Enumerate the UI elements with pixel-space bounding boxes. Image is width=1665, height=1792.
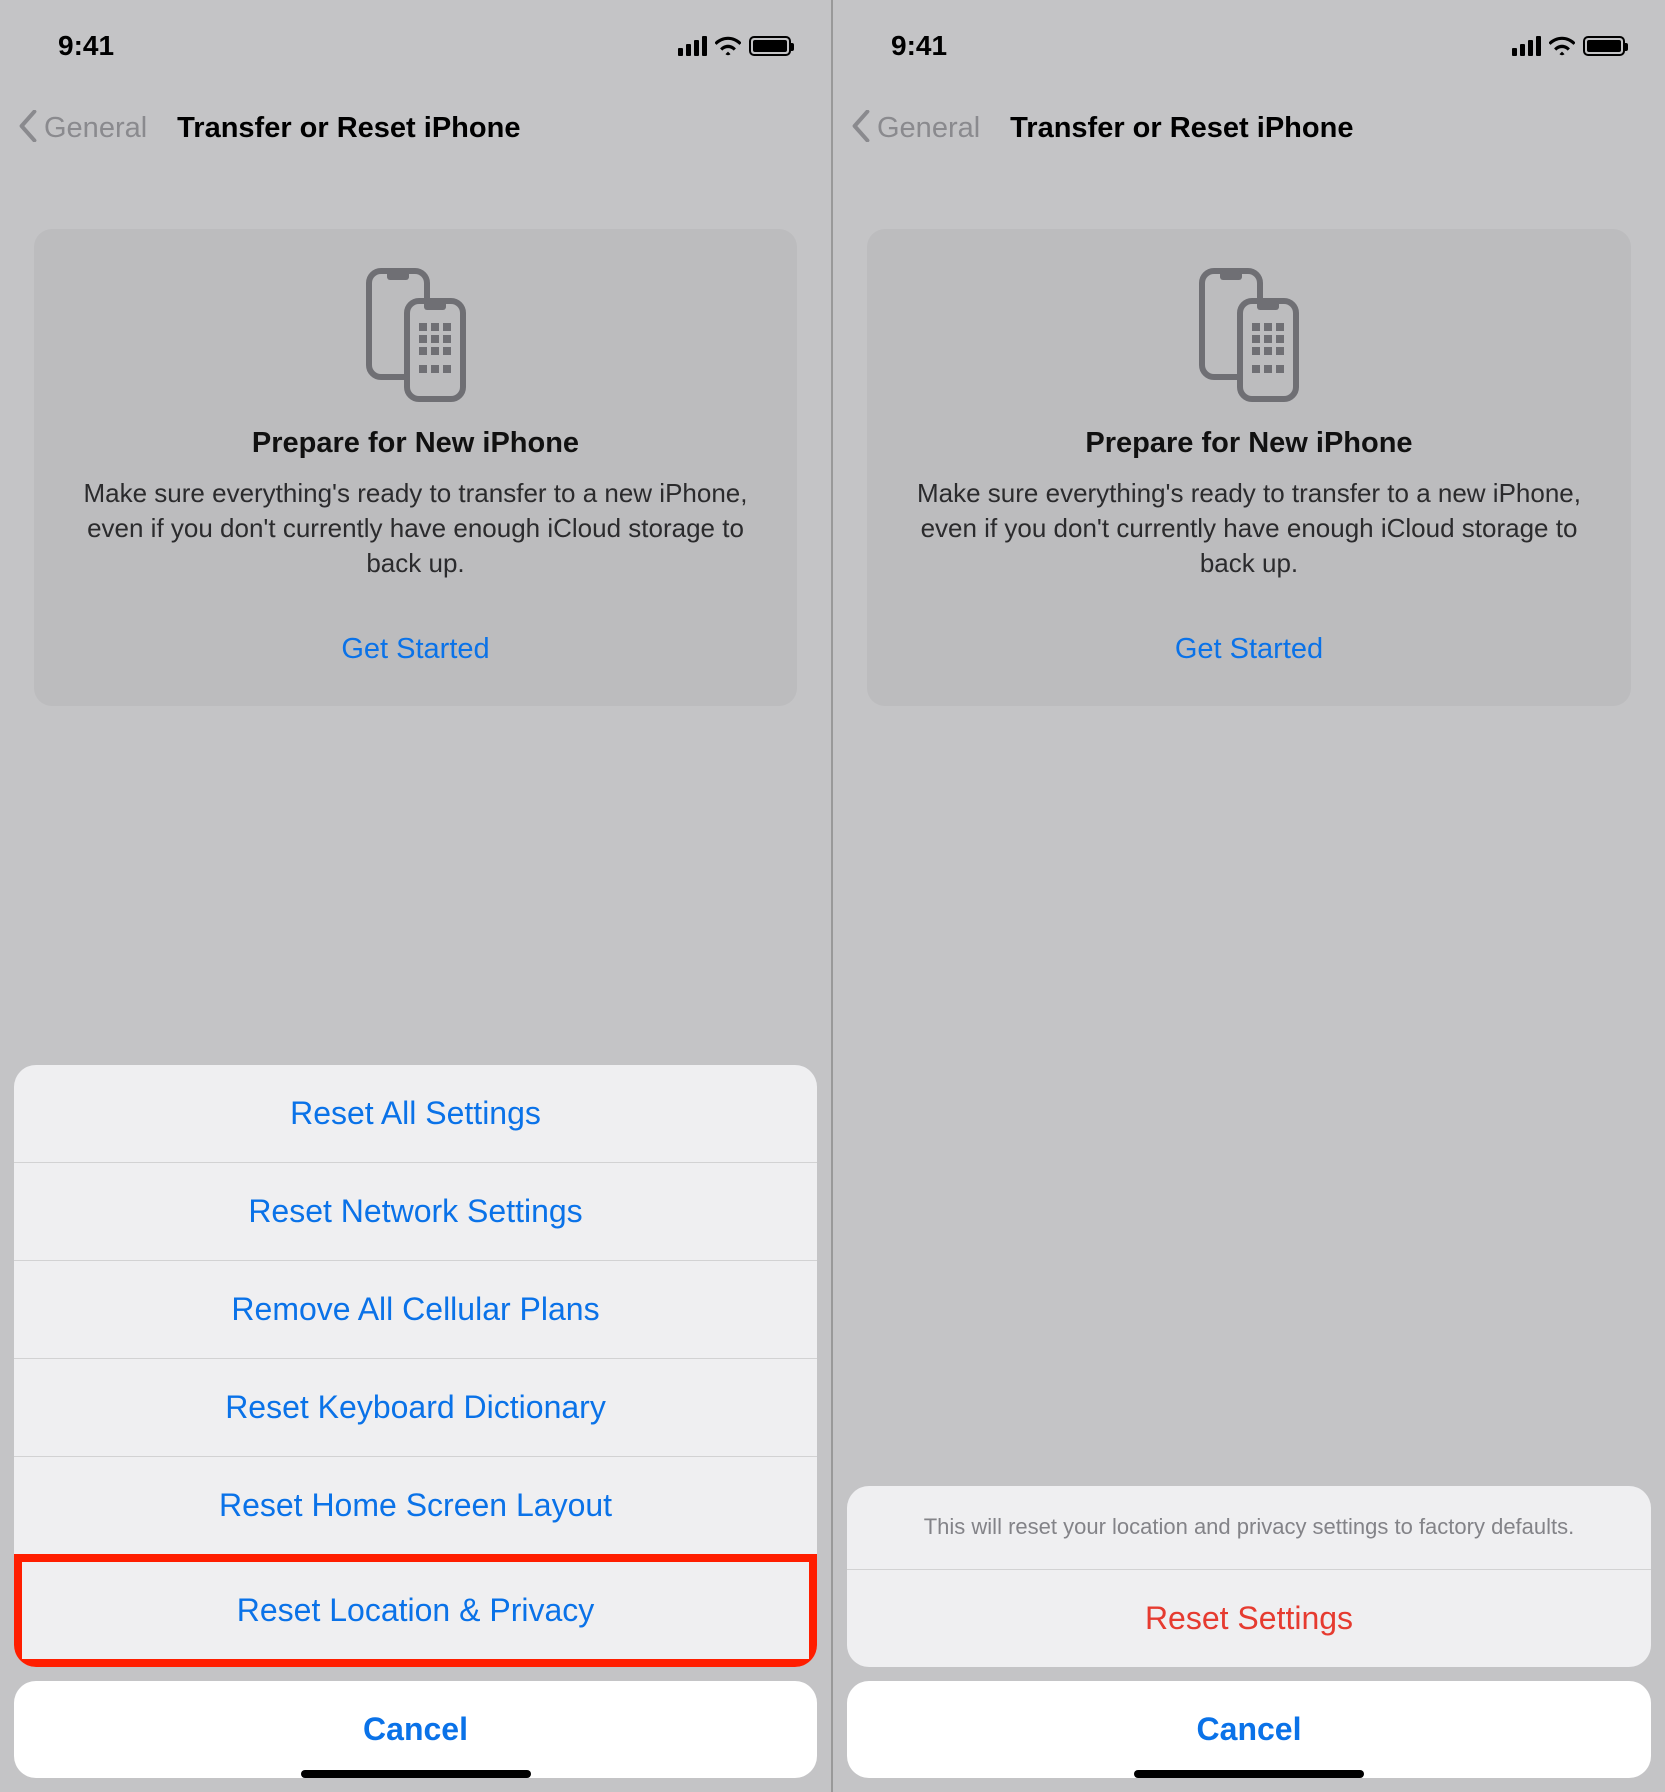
wifi-icon: [1549, 36, 1575, 56]
home-indicator[interactable]: [1134, 1770, 1364, 1778]
nav-header: General Transfer or Reset iPhone: [0, 72, 831, 167]
reset-location-privacy-option[interactable]: Reset Location & Privacy: [14, 1554, 817, 1667]
signal-icon: [1512, 36, 1541, 56]
status-time: 9:41: [891, 30, 947, 62]
home-indicator[interactable]: [301, 1770, 531, 1778]
cancel-button[interactable]: Cancel: [14, 1681, 817, 1778]
battery-icon: [1583, 36, 1625, 56]
card-title: Prepare for New iPhone: [907, 427, 1591, 460]
prepare-card: Prepare for New iPhone Make sure everyth…: [34, 229, 797, 706]
card-description: Make sure everything's ready to transfer…: [78, 476, 753, 581]
get-started-link[interactable]: Get Started: [907, 633, 1591, 666]
back-label[interactable]: General: [44, 112, 147, 145]
status-time: 9:41: [58, 30, 114, 62]
devices-icon: [907, 265, 1591, 405]
card-title: Prepare for New iPhone: [74, 427, 757, 460]
page-title: Transfer or Reset iPhone: [177, 112, 520, 145]
prepare-card: Prepare for New iPhone Make sure everyth…: [867, 229, 1631, 706]
reset-all-settings-option[interactable]: Reset All Settings: [14, 1065, 817, 1162]
reset-network-settings-option[interactable]: Reset Network Settings: [14, 1162, 817, 1260]
confirm-info-text: This will reset your location and privac…: [847, 1486, 1651, 1569]
cancel-button[interactable]: Cancel: [847, 1681, 1651, 1778]
signal-icon: [678, 36, 707, 56]
sheet-options-group: Reset All Settings Reset Network Setting…: [14, 1065, 817, 1667]
back-chevron-icon[interactable]: [18, 110, 38, 147]
confirm-action-sheet: This will reset your location and privac…: [847, 1486, 1651, 1778]
card-description: Make sure everything's ready to transfer…: [911, 476, 1587, 581]
reset-action-sheet: Reset All Settings Reset Network Setting…: [14, 1065, 817, 1778]
battery-icon: [749, 36, 791, 56]
page-title: Transfer or Reset iPhone: [1010, 112, 1353, 145]
wifi-icon: [715, 36, 741, 56]
reset-keyboard-dictionary-option[interactable]: Reset Keyboard Dictionary: [14, 1358, 817, 1456]
back-label[interactable]: General: [877, 112, 980, 145]
back-chevron-icon[interactable]: [851, 110, 871, 147]
remove-cellular-plans-option[interactable]: Remove All Cellular Plans: [14, 1260, 817, 1358]
phone-right: 9:41 General Transfer or Reset iPhone: [833, 0, 1665, 1792]
get-started-link[interactable]: Get Started: [74, 633, 757, 666]
status-bar: 9:41: [0, 0, 831, 72]
reset-home-screen-layout-option[interactable]: Reset Home Screen Layout: [14, 1456, 817, 1554]
status-icons: [1512, 36, 1625, 56]
reset-settings-button[interactable]: Reset Settings: [847, 1569, 1651, 1667]
status-bar: 9:41: [833, 0, 1665, 72]
devices-icon: [74, 265, 757, 405]
status-icons: [678, 36, 791, 56]
sheet-options-group: This will reset your location and privac…: [847, 1486, 1651, 1667]
nav-header: General Transfer or Reset iPhone: [833, 72, 1665, 167]
phone-left: 9:41 General Transfer or Reset iPhone: [0, 0, 831, 1792]
